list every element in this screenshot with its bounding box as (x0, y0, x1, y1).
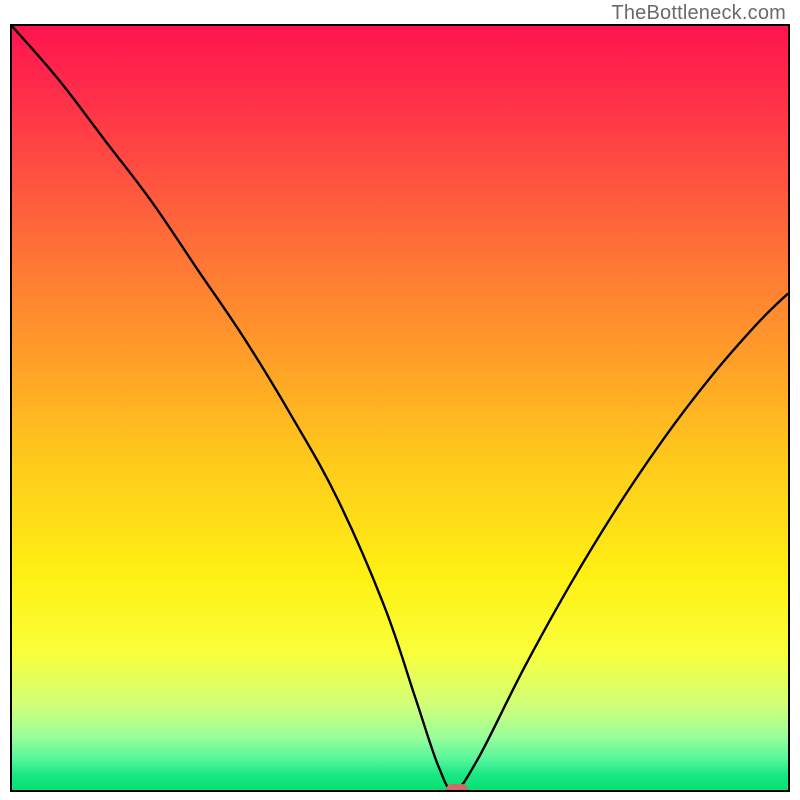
chart-frame (10, 24, 790, 792)
bottleneck-curve (12, 26, 788, 790)
minimum-marker (446, 784, 468, 792)
watermark-text: TheBottleneck.com (611, 2, 786, 25)
curve-path (12, 26, 788, 790)
